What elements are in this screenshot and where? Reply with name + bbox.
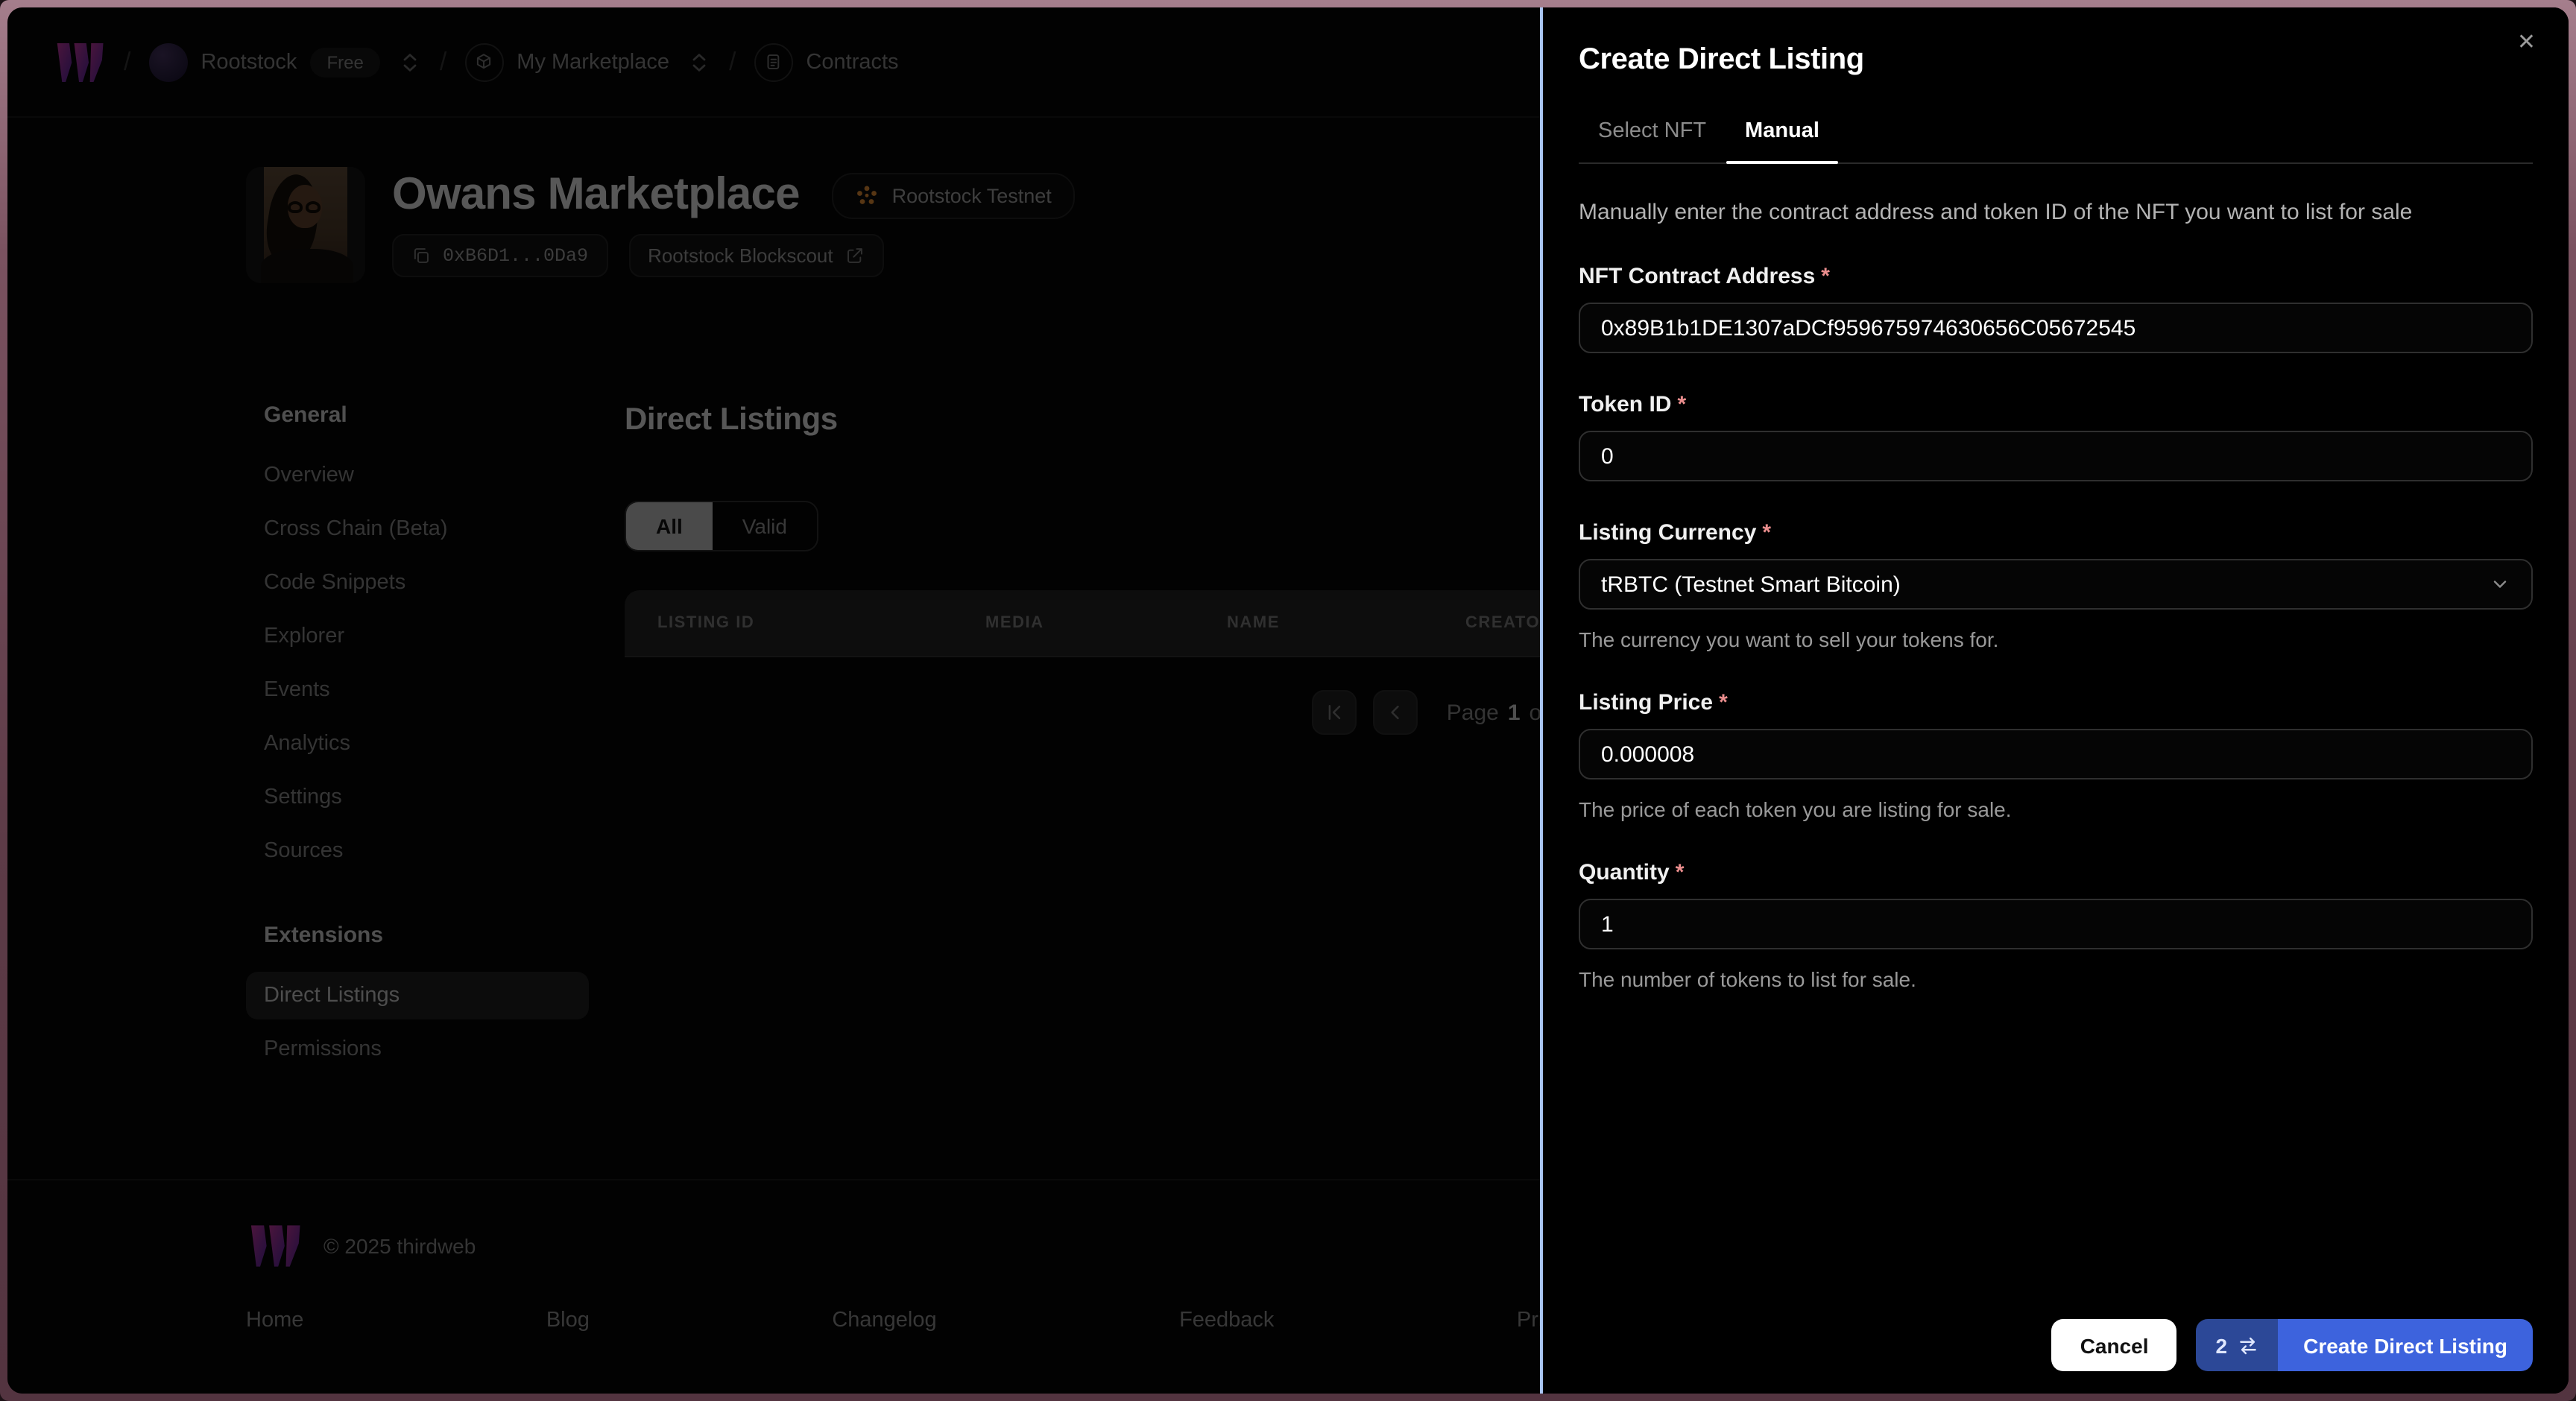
drawer-tabs: Select NFT Manual — [1579, 119, 2533, 164]
field-helper: The number of tokens to list for sale. — [1579, 967, 1916, 991]
required-mark: * — [1675, 860, 1685, 885]
required-mark: * — [1762, 520, 1772, 545]
close-icon[interactable]: ✕ — [2517, 28, 2536, 55]
drawer-title: Create Direct Listing — [1579, 43, 1864, 76]
required-mark: * — [1677, 392, 1687, 417]
screen: / Rootstock Free / My Marketplace / — [7, 7, 2569, 1394]
submit-label: Create Direct Listing — [2278, 1319, 2533, 1371]
drawer-actions: Cancel 2 Create Direct Listing — [2051, 1319, 2533, 1371]
contract-address-input[interactable] — [1579, 303, 2533, 353]
selected-currency: tRBTC (Testnet Smart Bitcoin) — [1601, 572, 1901, 597]
field-contract-address: NFT Contract Address * — [1579, 264, 2533, 353]
field-label: Token ID — [1579, 392, 1672, 417]
quantity-input[interactable] — [1579, 899, 2533, 949]
token-id-input[interactable] — [1579, 431, 2533, 481]
field-label: Listing Price — [1579, 690, 1714, 715]
field-helper: The price of each token you are listing … — [1579, 797, 2012, 821]
transaction-count-badge: 2 — [2196, 1319, 2279, 1371]
field-quantity: Quantity* The number of tokens to list f… — [1579, 860, 2533, 991]
cancel-button[interactable]: Cancel — [2051, 1319, 2177, 1371]
field-token-id: Token ID * — [1579, 392, 2533, 481]
required-mark: * — [1719, 690, 1728, 715]
viewport: / Rootstock Free / My Marketplace / — [0, 0, 2576, 1401]
listing-currency-select[interactable]: tRBTC (Testnet Smart Bitcoin) — [1579, 559, 2533, 610]
create-direct-listing-drawer: ✕ Create Direct Listing Select NFT Manua… — [1540, 7, 2569, 1394]
chevron-down-icon — [2493, 581, 2507, 588]
tab-manual[interactable]: Manual — [1726, 119, 1839, 164]
drawer-description: Manually enter the contract address and … — [1579, 200, 2413, 225]
create-direct-listing-button[interactable]: 2 Create Direct Listing — [2196, 1319, 2533, 1371]
field-listing-price: Listing Price* The price of each token y… — [1579, 690, 2533, 821]
field-helper: The currency you want to sell your token… — [1579, 627, 1999, 651]
field-listing-currency: Listing Currency * tRBTC (Testnet Smart B… — [1579, 520, 2533, 651]
swap-arrows-icon — [2240, 1336, 2256, 1354]
listing-price-input[interactable] — [1579, 729, 2533, 779]
required-mark: * — [1821, 264, 1830, 289]
tab-select-nft[interactable]: Select NFT — [1579, 119, 1726, 162]
field-label: Quantity — [1579, 860, 1670, 885]
window-frame: / Rootstock Free / My Marketplace / — [0, 0, 2576, 1401]
field-label: Listing Currency — [1579, 520, 1757, 545]
field-label: NFT Contract Address — [1579, 264, 1816, 289]
